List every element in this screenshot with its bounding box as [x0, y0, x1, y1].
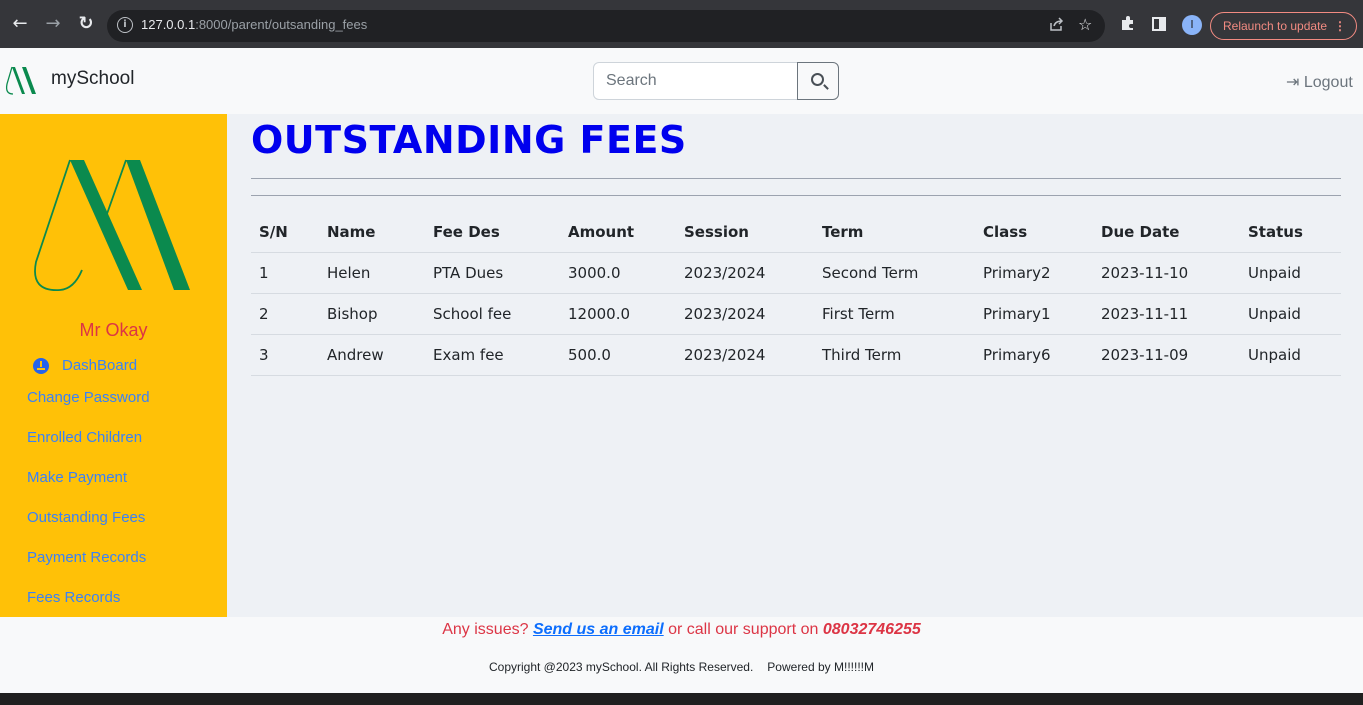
column-header: Class — [975, 212, 1093, 253]
copyright-text: Copyright @2023 mySchool. All Rights Res… — [488, 660, 754, 674]
table-cell: 2 — [251, 293, 319, 335]
logout-label: Logout — [1303, 74, 1353, 91]
column-header: S/N — [251, 212, 319, 253]
column-header: Fee Des — [425, 212, 560, 253]
table-cell: Helen — [319, 252, 425, 294]
menu-dots-icon[interactable]: ⋮ — [1334, 13, 1346, 39]
table-cell: Primary1 — [975, 293, 1093, 335]
relaunch-button[interactable]: Relaunch to update ⋮ — [1210, 12, 1357, 40]
column-header: Amount — [560, 212, 676, 253]
main-content: OUTSTANDING FEES S/N Name Fee Des Amount… — [227, 114, 1363, 617]
url-path: :8000/parent/outsanding_fees — [195, 17, 368, 32]
sidebar-item-enrolled-children[interactable]: Enrolled Children — [27, 429, 142, 446]
table-cell: 2023/2024 — [676, 293, 814, 335]
table-cell: Primary6 — [975, 334, 1093, 376]
table-cell: 3000.0 — [560, 252, 676, 294]
support-phone: 08032746255 — [822, 621, 921, 638]
table-cell: 2023-11-11 — [1093, 293, 1240, 335]
table-row: 2 Bishop School fee 12000.0 2023/2024 Fi… — [251, 293, 1341, 335]
table-cell: First Term — [814, 293, 975, 335]
footer: Any issues? Send us an email or call our… — [0, 617, 1363, 693]
column-header: Term — [814, 212, 975, 253]
column-header: Due Date — [1093, 212, 1240, 253]
table-cell: 2023-11-09 — [1093, 334, 1240, 376]
sidebar-item-change-password[interactable]: Change Password — [27, 389, 150, 406]
divider — [251, 178, 1341, 179]
table-row: 3 Andrew Exam fee 500.0 2023/2024 Third … — [251, 334, 1341, 376]
sidebar-item-dashboard[interactable]: DashBoard — [62, 357, 137, 374]
back-icon[interactable]: ← — [10, 14, 30, 34]
site-info-icon[interactable]: i — [117, 17, 133, 33]
table-cell: 1 — [251, 252, 319, 294]
table-cell: Primary2 — [975, 252, 1093, 294]
column-header: Session — [676, 212, 814, 253]
brand-logo-icon[interactable] — [4, 64, 40, 96]
reload-icon[interactable]: ↻ — [76, 14, 96, 34]
table-cell: Exam fee — [425, 334, 560, 376]
column-header: Name — [319, 212, 425, 253]
support-line: Any issues? Send us an email or call our… — [0, 621, 1363, 639]
table-cell: Unpaid — [1240, 252, 1341, 294]
profile-avatar[interactable]: I — [1182, 15, 1202, 35]
sidebar-item-fees-records[interactable]: Fees Records — [27, 589, 120, 606]
sidebar-item-payment-records[interactable]: Payment Records — [27, 549, 146, 566]
table-cell: Unpaid — [1240, 293, 1341, 335]
table-cell: Unpaid — [1240, 334, 1341, 376]
search-button[interactable] — [797, 62, 839, 100]
browser-chrome: ← → ↻ i 127.0.0.1:8000/parent/outsanding… — [0, 0, 1363, 48]
sidebar-item-outstanding-fees[interactable]: Outstanding Fees — [27, 509, 145, 526]
email-link[interactable]: Send us an email — [533, 621, 664, 638]
search-input[interactable] — [593, 62, 798, 100]
search-icon — [811, 73, 824, 86]
address-bar[interactable]: i 127.0.0.1:8000/parent/outsanding_fees … — [107, 10, 1105, 42]
bookmark-star-icon[interactable]: ☆ — [1078, 15, 1092, 34]
logout-link[interactable]: ⇥ Logout — [1286, 72, 1353, 92]
forward-icon[interactable]: → — [43, 14, 63, 34]
sidebar-item-make-payment[interactable]: Make Payment — [27, 469, 127, 486]
table-header-row: S/N Name Fee Des Amount Session Term Cla… — [251, 212, 1341, 253]
school-logo-icon — [34, 159, 190, 291]
table-cell: PTA Dues — [425, 252, 560, 294]
table-cell: 3 — [251, 334, 319, 376]
sidebar: Mr Okay DashBoard Change Password Enroll… — [0, 114, 227, 617]
brand-name[interactable]: mySchool — [51, 68, 134, 90]
url-text[interactable]: 127.0.0.1:8000/parent/outsanding_fees — [141, 17, 367, 32]
table-cell: School fee — [425, 293, 560, 335]
table-cell: 500.0 — [560, 334, 676, 376]
relaunch-label: Relaunch to update — [1223, 19, 1328, 33]
call-text: or call our support on — [668, 621, 819, 638]
taskbar — [0, 693, 1363, 705]
issues-text: Any issues? — [442, 621, 529, 638]
dashboard-icon[interactable] — [33, 358, 49, 374]
table-cell: 2023-11-10 — [1093, 252, 1240, 294]
copyright-line: Copyright @2023 mySchool. All Rights Res… — [0, 660, 1363, 674]
table-cell: 12000.0 — [560, 293, 676, 335]
logout-icon: ⇥ — [1286, 74, 1300, 91]
top-navbar: mySchool ⇥ Logout — [0, 48, 1363, 114]
column-header: Status — [1240, 212, 1341, 253]
table-cell: Third Term — [814, 334, 975, 376]
share-icon[interactable] — [1048, 16, 1064, 32]
outstanding-fees-table: S/N Name Fee Des Amount Session Term Cla… — [251, 212, 1341, 376]
side-panel-icon[interactable] — [1152, 17, 1166, 31]
table-cell: Bishop — [319, 293, 425, 335]
url-host: 127.0.0.1 — [141, 17, 196, 32]
table-row: 1 Helen PTA Dues 3000.0 2023/2024 Second… — [251, 252, 1341, 294]
powered-by-text: Powered by M!!!!!!M — [767, 660, 874, 674]
extensions-icon[interactable] — [1120, 15, 1136, 31]
parent-name: Mr Okay — [79, 320, 148, 340]
table-cell: 2023/2024 — [676, 252, 814, 294]
table-cell: Andrew — [319, 334, 425, 376]
divider — [251, 195, 1341, 196]
table-cell: 2023/2024 — [676, 334, 814, 376]
table-cell: Second Term — [814, 252, 975, 294]
page-title: OUTSTANDING FEES — [251, 118, 687, 162]
